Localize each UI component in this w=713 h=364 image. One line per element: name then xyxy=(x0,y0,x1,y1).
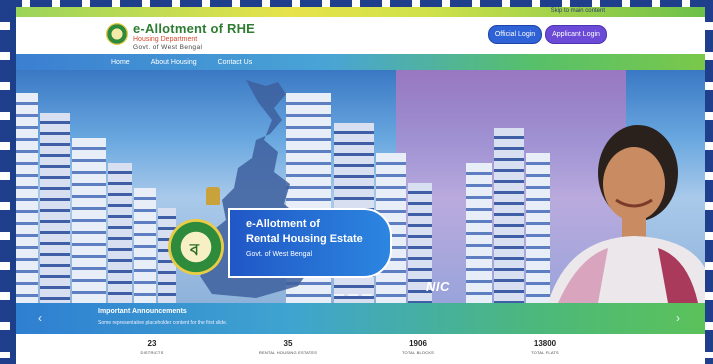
stats-strip: 23 DISTRICTS 35 RENTAL HOUSING ESTATES 1… xyxy=(16,334,705,364)
stat-value: 23 xyxy=(147,339,157,348)
chevron-left-icon[interactable]: ‹ xyxy=(38,311,42,325)
announcement-title: Important Announcements xyxy=(98,308,187,315)
website: Skip to main content e-Allotment of RHE … xyxy=(16,7,705,364)
building-image xyxy=(40,113,70,303)
applicant-login-button[interactable]: Applicant Login xyxy=(545,25,607,44)
stat-value: 1906 xyxy=(409,339,427,348)
nav-item-home[interactable]: Home xyxy=(111,59,130,66)
stat-value: 13800 xyxy=(533,339,557,348)
chevron-right-icon[interactable]: › xyxy=(676,311,680,325)
announcement-text: Some representative placeholder content … xyxy=(98,320,228,326)
chief-minister-photo xyxy=(548,125,705,303)
frame-left-border xyxy=(0,0,10,364)
stat-districts: 23 DISTRICTS xyxy=(102,339,202,355)
stat-label: TOTAL FLATS xyxy=(531,350,559,355)
stat-label: RENTAL HOUSING ESTATES xyxy=(258,350,318,355)
brand-department: Housing Department xyxy=(133,36,198,43)
building-image xyxy=(72,138,106,303)
building-image xyxy=(108,163,132,303)
stat-rental-housing-estates: 35 RENTAL HOUSING ESTATES xyxy=(238,339,338,355)
stat-label: TOTAL BLOCKS xyxy=(401,350,435,355)
official-login-button[interactable]: Official Login xyxy=(488,25,542,44)
national-emblem-icon xyxy=(206,187,220,205)
skip-link[interactable]: Skip to main content xyxy=(551,8,605,14)
site-header: e-Allotment of RHE Housing Department Go… xyxy=(16,17,705,54)
main-nav: Home About Housing Contact Us xyxy=(16,54,705,70)
top-strip: Skip to main content xyxy=(16,7,705,17)
building-image xyxy=(466,163,492,303)
stat-value: 35 xyxy=(283,339,293,348)
announcement-bar: ‹ Important Announcements Some represent… xyxy=(16,303,705,334)
stat-label: DISTRICTS xyxy=(140,350,164,355)
hero-title-line1: e-Allotment of xyxy=(246,218,320,230)
seal-letter: ব xyxy=(190,242,199,259)
nic-logo: NIC xyxy=(426,279,450,294)
hero-title-line2: Rental Housing Estate xyxy=(246,233,363,245)
building-image xyxy=(16,93,38,303)
stat-total-flats: 13800 TOTAL FLATS xyxy=(495,339,595,355)
carousel-indicators[interactable] xyxy=(334,294,372,296)
nav-item-about-housing[interactable]: About Housing xyxy=(151,59,197,66)
hero-subtitle: Govt. of West Bengal xyxy=(246,251,313,258)
nav-item-contact-us[interactable]: Contact Us xyxy=(218,59,253,66)
brand-title: e-Allotment of RHE xyxy=(133,21,256,36)
building-image xyxy=(494,128,524,303)
hero-banner: ব e-Allotment of Rental Housing Estate G… xyxy=(16,70,705,303)
brand-government: Govt. of West Bengal xyxy=(133,44,203,51)
building-image xyxy=(134,188,156,303)
stat-total-blocks: 1906 TOTAL BLOCKS xyxy=(368,339,468,355)
housing-seal-logo[interactable] xyxy=(106,23,128,45)
